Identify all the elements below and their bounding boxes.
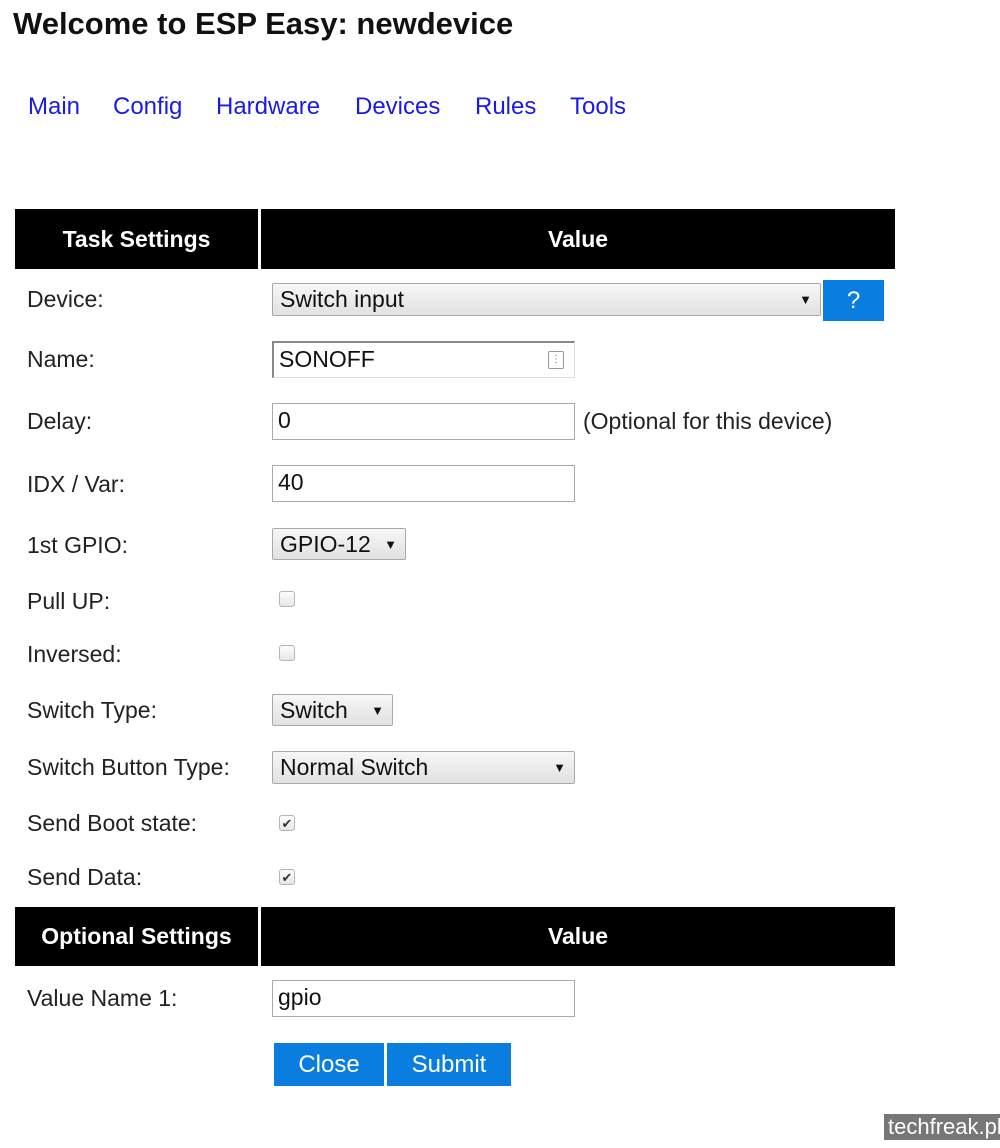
button-type-select[interactable]: Normal Switch ▼: [272, 751, 575, 784]
submit-button[interactable]: Submit: [387, 1043, 511, 1086]
name-input-value: SONOFF: [279, 346, 375, 372]
optional-value-header: Value: [261, 907, 895, 966]
inversed-label: Inversed:: [27, 641, 122, 667]
nav-config[interactable]: Config: [113, 93, 182, 121]
autofill-icon: ⋮: [548, 351, 564, 369]
checkmark-icon: ✔: [281, 815, 293, 831]
gpio-select-value: GPIO-12: [280, 531, 371, 557]
gpio-label: 1st GPIO:: [27, 532, 128, 558]
close-button[interactable]: Close: [274, 1043, 384, 1086]
button-type-label: Switch Button Type:: [27, 754, 230, 780]
nav-hardware[interactable]: Hardware: [216, 93, 320, 121]
button-type-select-value: Normal Switch: [280, 754, 429, 780]
boot-state-label: Send Boot state:: [27, 810, 198, 836]
switch-type-label: Switch Type:: [27, 697, 157, 723]
task-settings-header: Task Settings: [15, 209, 258, 269]
switch-type-select-value: Switch: [280, 697, 348, 723]
task-value-header: Value: [261, 209, 895, 269]
watermark: techfreak.pl: [884, 1114, 1000, 1140]
chevron-down-icon: ▼: [553, 760, 566, 775]
switch-type-select[interactable]: Switch ▼: [272, 694, 393, 726]
name-input[interactable]: SONOFF ⋮: [272, 341, 575, 378]
nav-main[interactable]: Main: [28, 93, 80, 121]
send-data-checkbox[interactable]: ✔: [279, 869, 295, 885]
device-select[interactable]: Switch input ▼: [272, 283, 821, 316]
delay-label: Delay:: [27, 408, 93, 434]
inversed-checkbox[interactable]: [279, 645, 295, 661]
chevron-down-icon: ▼: [371, 703, 384, 718]
idx-label: IDX / Var:: [27, 471, 125, 497]
idx-input[interactable]: 40: [272, 465, 575, 502]
value-name-1-input[interactable]: gpio: [272, 980, 575, 1017]
chevron-down-icon: ▼: [799, 292, 812, 307]
device-label: Device:: [27, 286, 104, 312]
nav-rules[interactable]: Rules: [475, 93, 536, 121]
gpio-select[interactable]: GPIO-12 ▼: [272, 528, 406, 560]
chevron-down-icon: ▼: [384, 537, 397, 552]
help-button[interactable]: ?: [823, 280, 884, 321]
delay-note: (Optional for this device): [583, 408, 833, 434]
boot-state-checkbox[interactable]: ✔: [279, 815, 295, 831]
pullup-checkbox[interactable]: [279, 591, 295, 607]
delay-input[interactable]: 0: [272, 403, 575, 440]
name-label: Name:: [27, 346, 95, 372]
page-title: Welcome to ESP Easy: newdevice: [13, 6, 514, 41]
value-name-1-label: Value Name 1:: [27, 985, 178, 1011]
nav-tools[interactable]: Tools: [570, 93, 626, 121]
nav-devices[interactable]: Devices: [355, 93, 440, 121]
optional-settings-header: Optional Settings: [15, 907, 258, 966]
pullup-label: Pull UP:: [27, 588, 111, 614]
send-data-label: Send Data:: [27, 864, 143, 890]
checkmark-icon: ✔: [281, 869, 293, 885]
device-select-value: Switch input: [280, 286, 405, 312]
